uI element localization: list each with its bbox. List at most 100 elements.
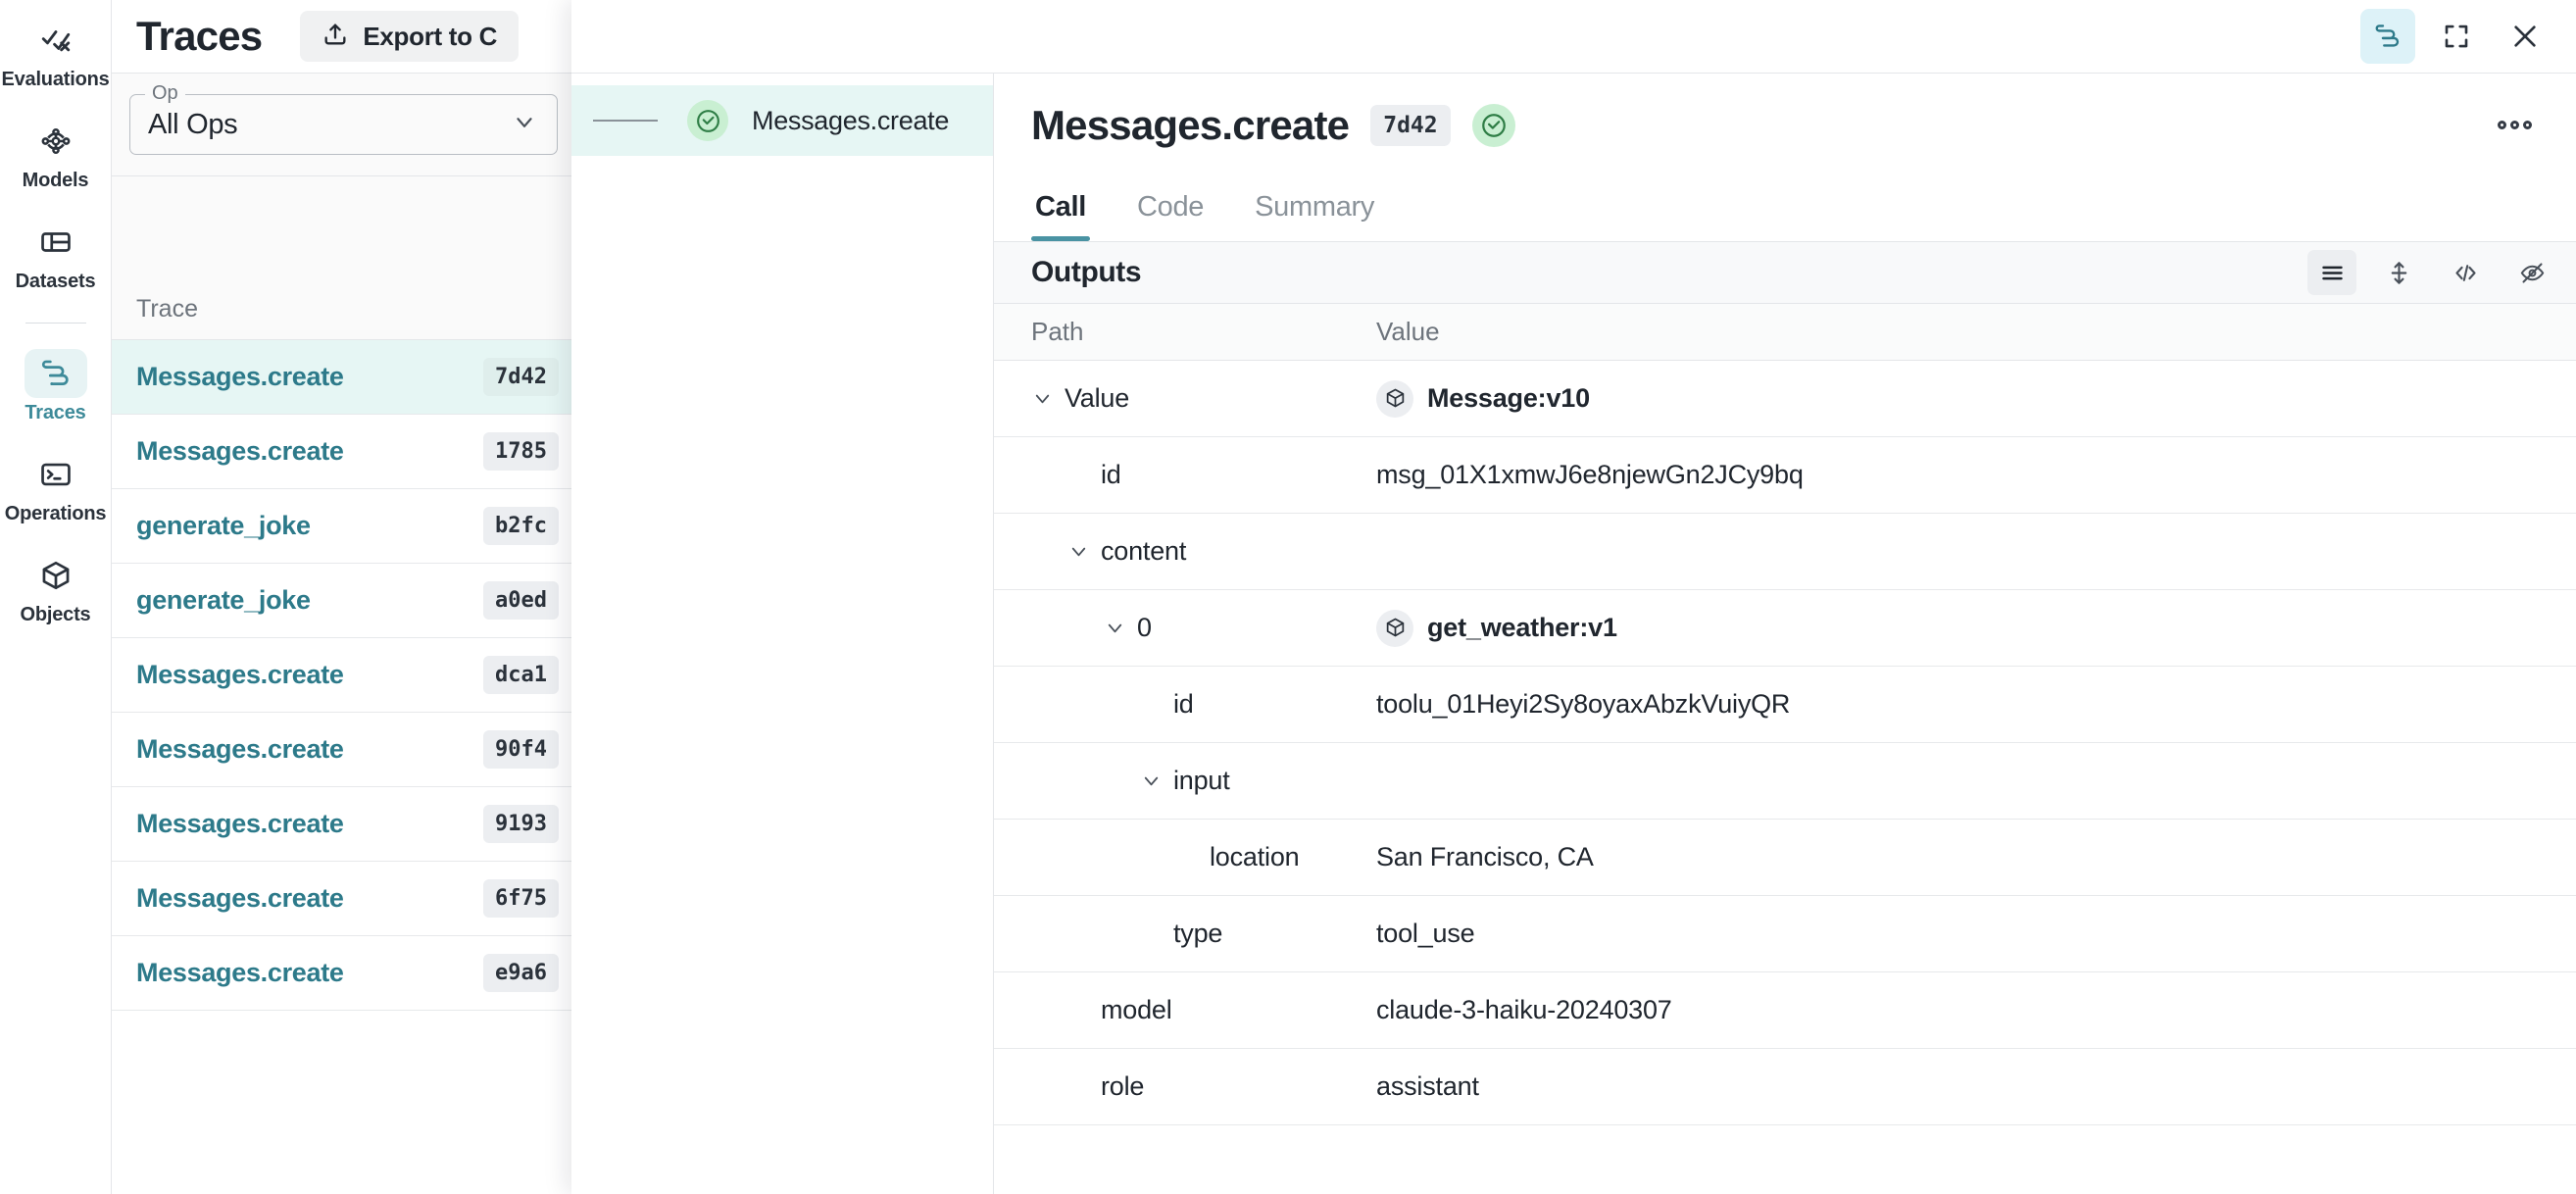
trace-list-row-id[interactable]: b2fc	[483, 507, 559, 545]
kv-value-text: msg_01X1xmwJ6e8njewGn2JCy9bq	[1376, 460, 1804, 490]
datasets-icon	[25, 218, 87, 267]
kv-row[interactable]: content	[994, 514, 2576, 590]
sidebar-label-models: Models	[23, 170, 89, 192]
kv-value-cell: claude-3-haiku-20240307	[1376, 995, 1672, 1025]
sidebar-label-datasets: Datasets	[16, 271, 96, 293]
kv-key-label: model	[1101, 995, 1172, 1025]
call-detail-header: Messages.create 7d42	[994, 74, 2576, 176]
op-filter-legend: Op	[145, 82, 185, 105]
kv-path-cell: id	[994, 689, 1376, 720]
kv-value-cell: San Francisco, CA	[1376, 842, 1594, 872]
trace-tree-node[interactable]: Messages.create	[571, 85, 993, 156]
trace-list-row-id[interactable]: 90f4	[483, 730, 559, 769]
sidebar-item-objects[interactable]: Objects	[7, 551, 105, 626]
kv-path-cell: content	[994, 536, 1376, 567]
trace-list-row[interactable]: Messages.create9193	[112, 787, 572, 862]
trace-rows-container: Messages.create7d42Messages.create1785ge…	[112, 340, 572, 1011]
sidebar-label-evaluations: Evaluations	[1, 69, 109, 91]
kv-row[interactable]: typetool_use	[994, 896, 2576, 972]
check-circle-icon	[1472, 104, 1515, 147]
kv-key-label: Value	[1065, 383, 1129, 414]
kv-value-text: Message:v10	[1427, 383, 1590, 414]
trace-list-row[interactable]: Messages.create6f75	[112, 862, 572, 936]
trace-list-row-name[interactable]: Messages.create	[136, 734, 483, 765]
tab-call-label: Call	[1035, 191, 1086, 224]
list-view-icon[interactable]	[2307, 250, 2356, 295]
sidebar-item-traces[interactable]: Traces	[7, 349, 105, 424]
kv-value-cell: toolu_01Heyi2Sy8oyaxAbzkVuiyQR	[1376, 689, 1790, 720]
trace-list-row-id[interactable]: 9193	[483, 805, 559, 843]
trace-list-row-name[interactable]: Messages.create	[136, 883, 483, 914]
eye-off-icon[interactable]	[2507, 250, 2556, 295]
op-filter-select[interactable]: Op All Ops	[129, 94, 558, 155]
kv-row[interactable]: input	[994, 743, 2576, 820]
fullscreen-icon[interactable]	[2429, 9, 2484, 64]
kv-key-label: id	[1173, 689, 1194, 720]
chevron-down-icon[interactable]	[1140, 770, 1173, 792]
sidebar-item-operations[interactable]: Operations	[7, 450, 105, 525]
sidebar-label-objects: Objects	[21, 604, 91, 626]
tab-summary[interactable]: Summary	[1251, 176, 1378, 241]
trace-list-row-name[interactable]: Messages.create	[136, 660, 483, 690]
kv-row[interactable]: Value Message:v10	[994, 361, 2576, 437]
chevron-down-icon[interactable]	[1104, 617, 1137, 639]
sidebar-item-evaluations[interactable]: Evaluations	[7, 16, 105, 91]
call-tabs: Call Code Summary	[994, 176, 2576, 242]
outputs-title: Outputs	[1031, 256, 1141, 289]
call-id-badge[interactable]: 7d42	[1370, 105, 1450, 146]
kv-row[interactable]: id toolu_01Heyi2Sy8oyaxAbzkVuiyQR	[994, 667, 2576, 743]
chevron-down-icon[interactable]	[1031, 387, 1065, 410]
kv-key-label: input	[1173, 766, 1230, 796]
kv-row[interactable]: idmsg_01X1xmwJ6e8njewGn2JCy9bq	[994, 437, 2576, 514]
trace-list-row-name[interactable]: generate_joke	[136, 511, 483, 541]
code-view-icon[interactable]	[2441, 250, 2490, 295]
kv-row[interactable]: model claude-3-haiku-20240307	[994, 972, 2576, 1049]
trace-list-row-name[interactable]: Messages.create	[136, 436, 483, 467]
kv-rows-container: ValueMessage:v10idmsg_01X1xmwJ6e8njewGn2…	[994, 361, 2576, 1125]
tab-code[interactable]: Code	[1133, 176, 1208, 241]
trace-list-row-id[interactable]: dca1	[483, 656, 559, 694]
tab-call[interactable]: Call	[1031, 176, 1090, 241]
trace-list-row[interactable]: Messages.create90f4	[112, 713, 572, 787]
close-icon[interactable]	[2498, 9, 2552, 64]
trace-list-row[interactable]: Messages.createdca1	[112, 638, 572, 713]
primary-nav-rail: Evaluations Models Datase	[0, 0, 112, 1194]
trace-list-row-name[interactable]: Messages.create	[136, 958, 483, 988]
chevron-down-icon[interactable]	[1067, 540, 1101, 563]
kv-row[interactable]: 0 get_weather:v1	[994, 590, 2576, 667]
trace-list-row-id[interactable]: 6f75	[483, 879, 559, 918]
operations-icon	[25, 450, 87, 499]
trace-list-row[interactable]: Messages.create1785	[112, 415, 572, 489]
trace-list-row-name[interactable]: Messages.create	[136, 809, 483, 839]
traces-icon[interactable]	[2360, 9, 2415, 64]
kv-value-cell[interactable]: Message:v10	[1376, 380, 1590, 418]
kv-path-cell: id	[994, 460, 1376, 490]
kv-key-label: 0	[1137, 613, 1152, 643]
tree-connector	[593, 120, 658, 122]
trace-list-row-id[interactable]: 1785	[483, 432, 559, 471]
kv-row[interactable]: locationSan Francisco, CA	[994, 820, 2576, 896]
kv-row[interactable]: roleassistant	[994, 1049, 2576, 1125]
sidebar-item-datasets[interactable]: Datasets	[7, 218, 105, 293]
upload-icon	[322, 21, 349, 53]
op-filter-value: All Ops	[148, 109, 237, 141]
traces-header: Traces Export to C	[112, 0, 572, 74]
trace-list-row[interactable]: Messages.create7d42	[112, 340, 572, 415]
trace-list-row-id[interactable]: a0ed	[483, 581, 559, 620]
trace-list-row-id[interactable]: 7d42	[483, 358, 559, 396]
trace-tree-panel: Messages.create	[571, 74, 994, 1194]
trace-list-row-id[interactable]: e9a6	[483, 954, 559, 992]
trace-list-row-name[interactable]: generate_joke	[136, 585, 483, 616]
export-to-csv-button[interactable]: Export to C	[300, 11, 519, 62]
sidebar-label-operations: Operations	[5, 503, 107, 525]
trace-list-row[interactable]: generate_jokea0ed	[112, 564, 572, 638]
more-horizontal-icon[interactable]	[2486, 101, 2543, 150]
trace-list-row[interactable]: generate_jokeb2fc	[112, 489, 572, 564]
trace-list-row[interactable]: Messages.createe9a6	[112, 936, 572, 1011]
kv-value-cell[interactable]: get_weather:v1	[1376, 610, 1617, 647]
chevron-down-icon[interactable]	[512, 110, 537, 140]
kv-path-cell: role	[994, 1071, 1376, 1102]
trace-list-row-name[interactable]: Messages.create	[136, 362, 483, 392]
expand-vertical-icon[interactable]	[2374, 250, 2423, 295]
sidebar-item-models[interactable]: Models	[7, 117, 105, 192]
